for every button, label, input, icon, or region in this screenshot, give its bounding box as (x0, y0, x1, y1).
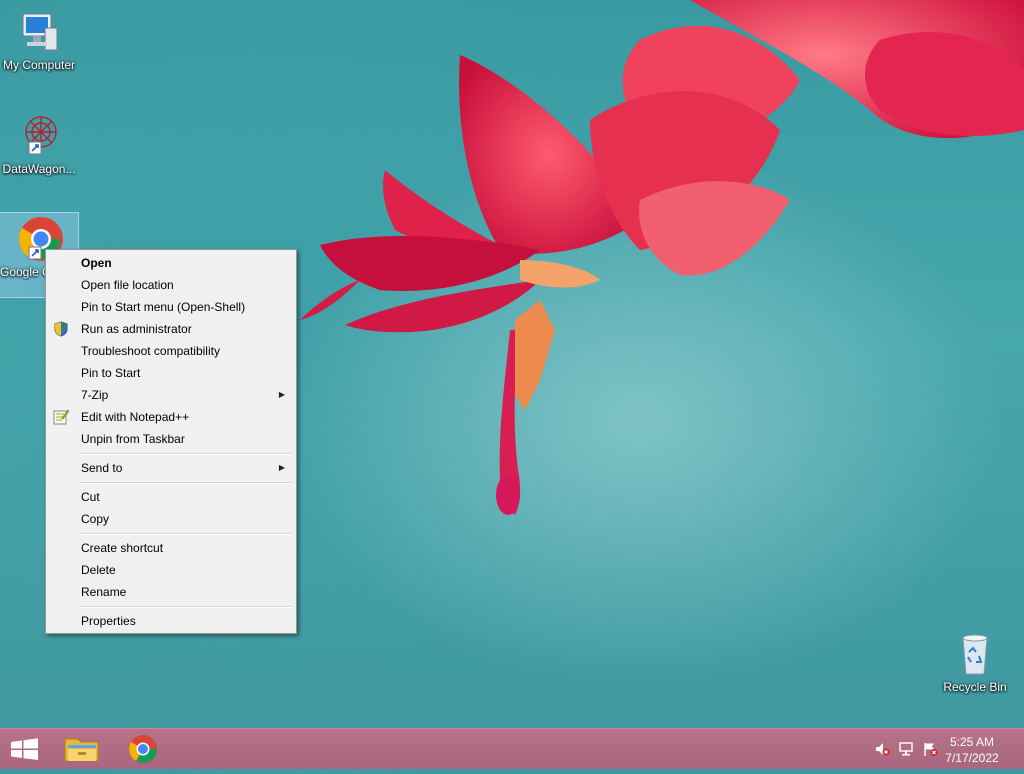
desktop-icon-label: My Computer (2, 58, 76, 72)
menu-separator (78, 453, 292, 455)
clock-time: 5:25 AM (949, 735, 995, 749)
clock-date: 7/17/2022 (945, 751, 999, 765)
menu-item-edit-with-notepadpp[interactable]: Edit with Notepad++ (49, 406, 293, 428)
menu-item-delete[interactable]: Delete (49, 559, 293, 581)
menu-item-troubleshoot-compatibility[interactable]: Troubleshoot compatibility (49, 340, 293, 362)
context-menu: Open Open file location Pin to Start men… (45, 249, 297, 634)
uac-shield-icon (53, 321, 69, 337)
menu-item-properties[interactable]: Properties (49, 610, 293, 632)
menu-item-open-file-location[interactable]: Open file location (49, 274, 293, 296)
menu-separator (78, 533, 292, 535)
menu-separator (78, 606, 292, 608)
notepadpp-icon (53, 409, 70, 425)
menu-item-create-shortcut[interactable]: Create shortcut (49, 537, 293, 559)
file-explorer-icon (64, 738, 99, 762)
submenu-arrow-icon: ▶ (278, 390, 285, 399)
menu-item-run-as-administrator[interactable]: Run as administrator (49, 318, 293, 340)
desktop-icon-datawagon[interactable]: DataWagon... (0, 112, 78, 182)
menu-separator (78, 482, 292, 484)
taskbar-file-explorer[interactable] (56, 729, 112, 769)
taskbar: 5:25 AM 7/17/2022 (0, 728, 1024, 769)
action-center-flag-icon[interactable] (922, 741, 938, 757)
menu-item-send-to[interactable]: Send to ▶ (49, 457, 293, 479)
desktop[interactable]: My Computer DataWagon... Google Chrome R… (0, 0, 1024, 728)
menu-item-cut[interactable]: Cut (49, 486, 293, 508)
desktop-icon-label: DataWagon... (2, 162, 76, 176)
menu-item-rename[interactable]: Rename (49, 581, 293, 603)
menu-item-open[interactable]: Open (49, 252, 293, 274)
volume-muted-icon[interactable] (874, 741, 890, 757)
menu-item-pin-to-start-menu-open-shell[interactable]: Pin to Start menu (Open-Shell) (49, 296, 293, 318)
start-button[interactable] (0, 729, 56, 769)
desktop-icon-label: Recycle Bin (943, 680, 1007, 694)
taskbar-chrome[interactable] (115, 729, 171, 769)
menu-item-copy[interactable]: Copy (49, 508, 293, 530)
datawagon-icon (15, 112, 63, 160)
submenu-arrow-icon: ▶ (278, 463, 285, 472)
menu-item-7-zip[interactable]: 7-Zip ▶ (49, 384, 293, 406)
recycle-bin-icon (951, 630, 999, 678)
taskbar-clock[interactable]: 5:25 AM 7/17/2022 (942, 734, 1002, 766)
menu-item-unpin-from-taskbar[interactable]: Unpin from Taskbar (49, 428, 293, 450)
chrome-icon (129, 735, 157, 763)
menu-item-pin-to-start[interactable]: Pin to Start (49, 362, 293, 384)
desktop-icon-recycle-bin[interactable]: Recycle Bin (936, 630, 1014, 700)
network-icon[interactable] (898, 741, 914, 757)
desktop-icon-my-computer[interactable]: My Computer (0, 8, 78, 78)
computer-icon (15, 8, 63, 56)
windows-start-icon (11, 738, 38, 760)
